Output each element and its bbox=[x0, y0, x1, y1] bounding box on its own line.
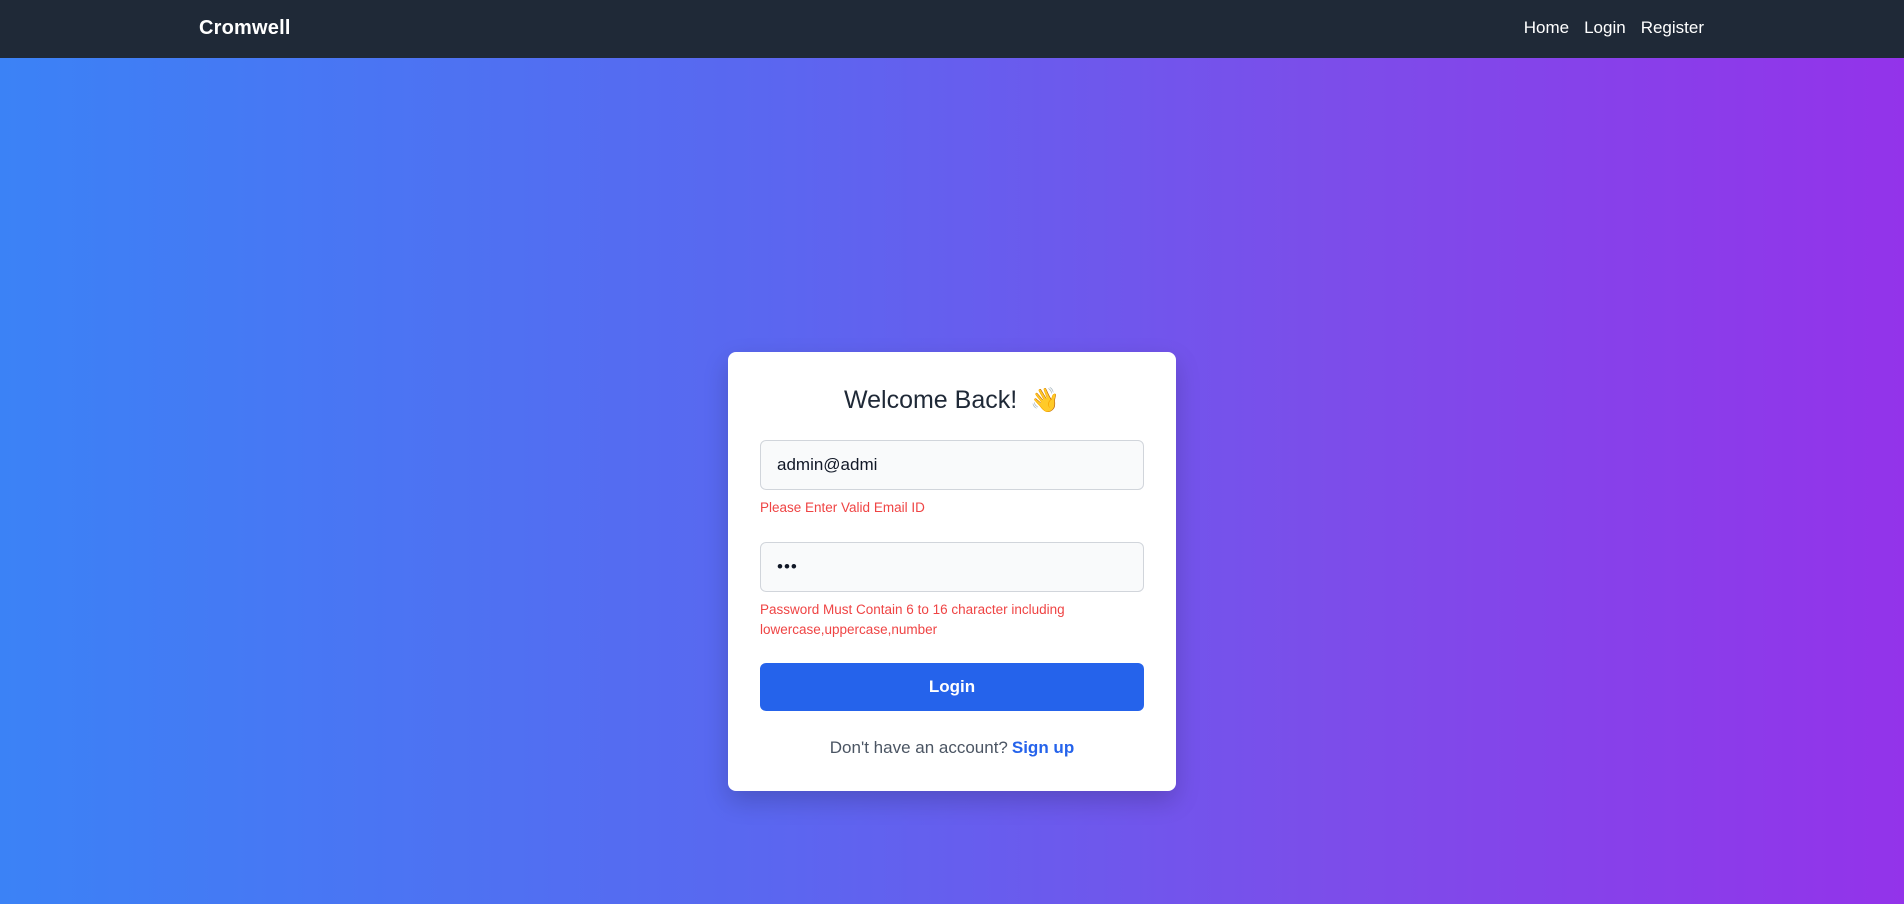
card-title: Welcome Back! 👋 bbox=[728, 386, 1176, 415]
password-error-line-2: lowercase,uppercase,number bbox=[760, 622, 938, 637]
password-error-line-1: Password Must Contain 6 to 16 character … bbox=[760, 602, 1065, 617]
login-button[interactable]: Login bbox=[760, 663, 1144, 711]
password-field[interactable] bbox=[760, 542, 1144, 592]
nav-link-login[interactable]: Login bbox=[1584, 18, 1626, 38]
nav-links: Home Login Register bbox=[1524, 18, 1704, 38]
email-error-message: Please Enter Valid Email ID bbox=[760, 500, 925, 515]
nav-link-register[interactable]: Register bbox=[1641, 18, 1704, 38]
email-field[interactable] bbox=[760, 440, 1144, 490]
waving-hand-icon: 👋 bbox=[1030, 387, 1061, 414]
brand-logo[interactable]: Cromwell bbox=[199, 17, 291, 40]
signup-link[interactable]: Sign up bbox=[1012, 738, 1074, 757]
welcome-heading: Welcome Back! bbox=[843, 386, 1018, 414]
login-card: Welcome Back! 👋 Please Enter Valid Email… bbox=[728, 352, 1176, 791]
nav-link-home[interactable]: Home bbox=[1524, 18, 1569, 38]
signup-row: Don't have an account? Sign up bbox=[728, 738, 1176, 758]
signup-prompt: Don't have an account? bbox=[829, 738, 1008, 757]
top-navbar: Cromwell Home Login Register bbox=[0, 0, 1904, 58]
gradient-background: Welcome Back! 👋 Please Enter Valid Email… bbox=[0, 58, 1904, 904]
password-error-message: Password Must Contain 6 to 16 character … bbox=[760, 600, 1144, 640]
